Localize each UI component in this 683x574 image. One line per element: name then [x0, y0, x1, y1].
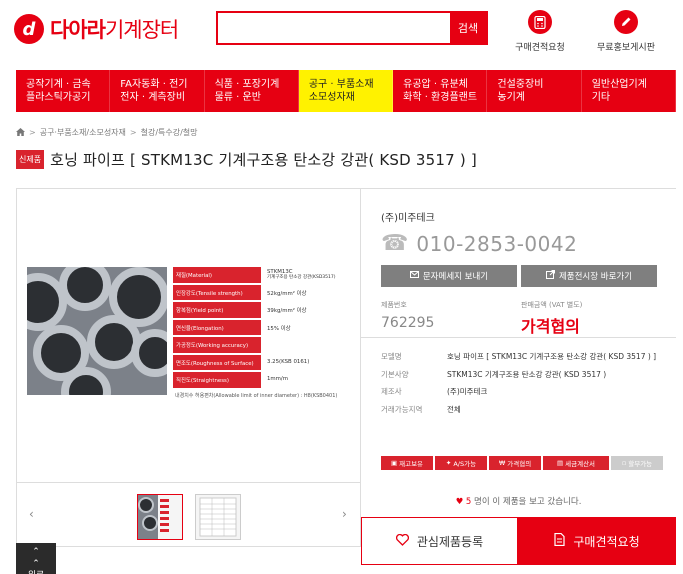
home-icon[interactable]: [16, 127, 25, 138]
nav-item-general-machinery[interactable]: 일반산업기계 기타: [582, 70, 676, 112]
send-sms-button[interactable]: 문자메세지 보내기: [381, 265, 517, 287]
quote-request-label: 구매견적요청: [515, 43, 565, 53]
heart-icon: ♥: [455, 497, 464, 507]
view-count-text: 명이 이 제품을 보고 갔습니다.: [474, 497, 582, 507]
product-title-row: 신제품 호닝 파이프 [ STKM13C 기계구조용 탄소강 강관( KSD 3…: [16, 149, 477, 170]
invoice-icon: ▤: [556, 459, 564, 467]
thumbnail-2[interactable]: [195, 494, 241, 540]
nav-item-construction[interactable]: 건설중장비 농기계: [487, 70, 582, 112]
nav-item-fa-automation[interactable]: FA자동화 · 전기 전자 · 계측장비: [110, 70, 205, 112]
thumbnail-strip: ‹ ›: [16, 483, 361, 547]
spec-row: 항복점(Yield point) 39kg/mm² 이상: [173, 302, 357, 318]
heart-outline-icon: [395, 533, 409, 549]
spec-row: 직진도(Straightness) 1mm/m: [173, 372, 357, 388]
box-icon: ▣: [390, 459, 398, 467]
showroom-button[interactable]: 제품전시장 바로가기: [521, 265, 657, 287]
nav-item-hydraulic-chemical[interactable]: 유공압 · 유분체 화학 · 환경플랜트: [393, 70, 488, 112]
product-code-value: 762295: [381, 315, 435, 331]
breadcrumb-item-category[interactable]: 공구·부품소재/소모성자재: [40, 127, 126, 138]
view-count-number: 5: [465, 497, 472, 507]
spec-row: 가공정도(Working accuracy): [173, 337, 357, 353]
product-gallery: 재질(Material) STKM13C 기계구조용 탄소강 강관(KSD3517)…: [16, 189, 361, 483]
quote-request-link[interactable]: 구매견적요청: [500, 10, 580, 53]
site-header: d 다아라기계장터 검색 구매견적요청 무료홍보게시판: [0, 0, 683, 62]
spec-footnote: 내경치수 허용편차(Allowable limit of inner diame…: [175, 392, 338, 399]
free-promo-link[interactable]: 무료홍보게시판: [586, 10, 666, 53]
phone-number: 010-2853-0042: [416, 231, 578, 256]
chevron-up-icon: ⌃ ⌃: [32, 547, 40, 569]
spec-row: 재질(Material) STKM13C 기계구조용 탄소강 강관(KSD3517): [173, 267, 357, 283]
search-box: 검색: [216, 11, 488, 45]
won-icon: ₩: [498, 459, 506, 467]
product-detail: 재질(Material) STKM13C 기계구조용 탄소강 강관(KSD3517)…: [16, 188, 676, 574]
tag-price-negotiable: ₩ 가격협의: [489, 456, 541, 470]
telephone-icon: ☎: [381, 231, 409, 256]
add-to-wishlist-button[interactable]: 관심제품등록: [361, 517, 518, 565]
detail-row-region: 거래가능지역 전체: [381, 404, 461, 414]
wrench-icon: ✦: [445, 459, 452, 467]
logo-suffix: 기계장터: [104, 18, 179, 42]
spec-row: 면조도(Roughness of Surface) 3.25(KSB 0161): [173, 354, 357, 370]
honing-pipe-photo: [27, 267, 167, 395]
spec-row: 인장강도(Tensile strength) 52kg/mm² 이상: [173, 284, 357, 300]
nav-item-food-packaging[interactable]: 식품 · 포장기계 물류 · 운반: [205, 70, 299, 112]
price-value: 가격협의: [521, 317, 580, 336]
detail-row-maker: 제조사 (주)미주테크: [381, 387, 488, 396]
breadcrumb-separator: >: [29, 128, 36, 137]
new-product-badge: 신제품: [16, 150, 45, 169]
scroll-to-top-button[interactable]: ⌃⌃ 위로: [16, 543, 56, 574]
product-image[interactable]: 재질(Material) STKM13C 기계구조용 탄소강 강관(KSD3517)…: [27, 267, 357, 412]
breadcrumb: > 공구·부품소재/소모성자재 > 철강/특수강/철망: [16, 127, 198, 138]
pencil-icon: [614, 10, 638, 34]
feature-tags: ▣ 재고보유 ✦ A/S가능 ₩ 가격협의 ▤ 세금계산서 ▫ 할부가능: [381, 456, 663, 470]
search-input[interactable]: [218, 13, 450, 43]
tag-tax-invoice: ▤ 세금계산서: [543, 456, 609, 470]
tag-as-available: ✦ A/S가능: [435, 456, 487, 470]
search-button[interactable]: 검색: [450, 13, 486, 43]
envelope-icon: [409, 271, 419, 281]
contact-buttons: 문자메세지 보내기 제품전시장 바로가기: [381, 265, 657, 287]
nav-item-tools-parts[interactable]: 공구 · 부품소재 소모성자재: [298, 70, 394, 112]
breadcrumb-separator: >: [129, 128, 137, 137]
next-thumb-arrow-icon[interactable]: ›: [342, 507, 347, 521]
spec-row: 연신율(Elongation) 15% 이상: [173, 319, 357, 335]
tag-installment: ▫ 할부가능: [611, 456, 663, 470]
thumbnail-1[interactable]: [137, 494, 183, 540]
view-count: ♥ 5 명이 이 제품을 보고 갔습니다.: [361, 495, 676, 507]
calculator-icon: [528, 10, 552, 34]
prev-thumb-arrow-icon[interactable]: ‹: [29, 507, 34, 521]
nav-item-machine-tools[interactable]: 공작기계 · 금속 플라스틱가공기: [16, 70, 111, 112]
card-icon: ▫: [621, 459, 627, 467]
product-code-label: 제품번호: [381, 301, 407, 309]
external-link-icon: [545, 270, 555, 282]
quote-request-button[interactable]: 구매견적요청: [518, 517, 676, 565]
tag-in-stock: ▣ 재고보유: [381, 456, 433, 470]
product-details-list: 모델명 호닝 파이프 [ STKM13C 기계구조용 탄소강 강관( KSD 35…: [381, 351, 671, 421]
logo-brand: 다아라: [50, 18, 106, 42]
detail-row-spec: 기본사양 STKM13C 기계구조용 탄소강 강관( KSD 3517 ): [381, 369, 607, 379]
divider: [361, 337, 676, 338]
breadcrumb-item-subcategory[interactable]: 철강/특수강/철망: [141, 127, 198, 138]
detail-row-model: 모델명 호닝 파이프 [ STKM13C 기계구조용 탄소강 강관( KSD 35…: [381, 352, 657, 361]
product-title: 호닝 파이프 [ STKM13C 기계구조용 탄소강 강관( KSD 3517 …: [50, 151, 477, 169]
price-label: 판매금액 (VAT 별도): [521, 301, 583, 309]
seller-phone[interactable]: ☎ 010-2853-0042: [381, 231, 577, 256]
category-nav: 공작기계 · 금속 플라스틱가공기 FA자동화 · 전기 전자 · 계측장비 식품 …: [16, 70, 676, 112]
product-info-panel: (주)미주테크 ☎ 010-2853-0042 문자메세지 보내기 제품전시장 …: [361, 189, 676, 574]
free-promo-label: 무료홍보게시판: [597, 43, 655, 53]
seller-name[interactable]: (주)미주테크: [381, 209, 435, 224]
logo-icon: d: [14, 14, 44, 44]
spec-table: 재질(Material) STKM13C 기계구조용 탄소강 강관(KSD3517)…: [167, 267, 357, 412]
site-logo[interactable]: d 다아라기계장터: [14, 14, 179, 44]
document-icon: [554, 532, 565, 549]
